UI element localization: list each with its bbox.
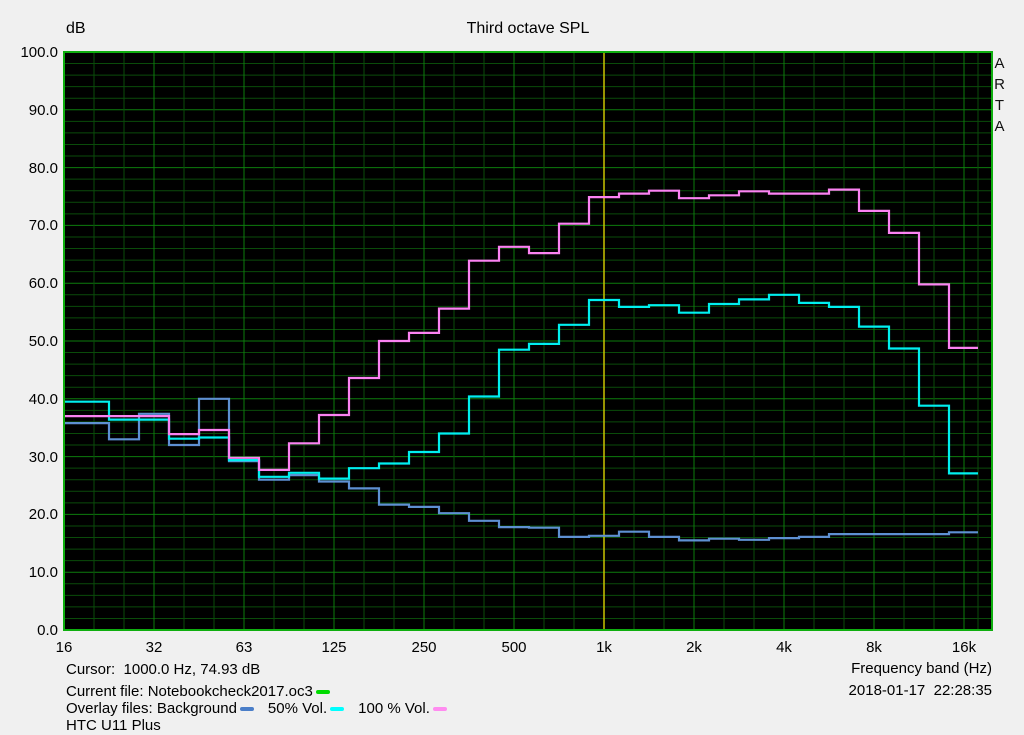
y-tick-label: 70.0: [28, 217, 58, 234]
overlay-100vol-color-swatch: [432, 706, 447, 711]
x-axis-title: Frequency band (Hz): [851, 660, 992, 677]
x-tick-label: 8k: [866, 639, 882, 656]
arta-spl-window: dB Third octave SPL ARTA 100.0 90.0 80.0…: [0, 0, 1024, 735]
chart-title: Third octave SPL: [466, 20, 590, 37]
x-tick-label: 16: [55, 639, 73, 656]
current-file-line: Current file: Notebookcheck2017.oc3: [66, 683, 330, 700]
y-tick-label: 0.0: [37, 622, 58, 639]
cursor-readout: Cursor: 1000.0 Hz, 74.93 dB: [66, 661, 261, 678]
overlay-100vol-label: 100 % Vol.: [358, 700, 430, 717]
y-tick-label: 80.0: [28, 160, 58, 177]
y-tick-label: 40.0: [28, 391, 58, 408]
y-tick-label: 30.0: [28, 449, 58, 466]
current-file-color-swatch: [315, 689, 330, 694]
x-tick-label: 32: [145, 639, 163, 656]
y-tick-label: 60.0: [28, 275, 58, 292]
y-axis-unit-label: dB: [66, 20, 86, 37]
measurement-datetime: 2018-01-17 22:28:35: [848, 682, 992, 699]
y-tick-label: 50.0: [28, 333, 58, 350]
y-tick-label: 20.0: [28, 506, 58, 523]
overlay-files-line: Overlay files: Background 50% Vol. 100 %…: [66, 700, 447, 717]
arta-brand-label: ARTA: [991, 55, 1008, 139]
x-tick-label: 16k: [951, 639, 977, 656]
x-tick-label: 63: [235, 639, 253, 656]
x-tick-label: 500: [501, 639, 527, 656]
y-tick-label: 90.0: [28, 102, 58, 119]
device-name-label: HTC U11 Plus: [66, 717, 161, 734]
x-tick-label: 1k: [596, 639, 612, 656]
overlay-50vol-label: 50% Vol.: [267, 700, 328, 717]
overlay-50vol-color-swatch: [330, 706, 345, 711]
x-tick-label: 4k: [776, 639, 792, 656]
spl-plot[interactable]: [0, 0, 1024, 735]
overlay-background-label: Overlay files: Background: [66, 700, 237, 717]
x-tick-label: 250: [411, 639, 437, 656]
x-tick-label: 125: [321, 639, 347, 656]
y-tick-label: 10.0: [28, 564, 58, 581]
x-tick-label: 2k: [686, 639, 702, 656]
overlay-background-color-swatch: [239, 706, 254, 711]
current-file-label: Current file: Notebookcheck2017.oc3: [66, 683, 313, 700]
y-tick-label: 100.0: [20, 44, 58, 61]
